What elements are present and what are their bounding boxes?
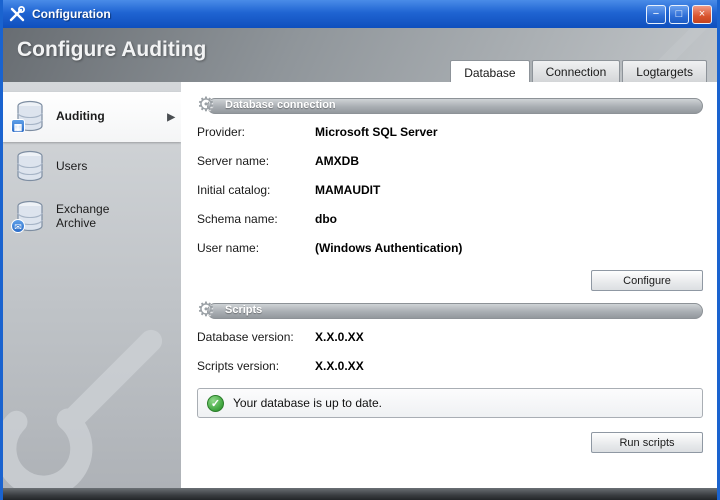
- section-scripts: ⚙ Scripts: [197, 301, 703, 318]
- configure-button[interactable]: Configure: [591, 270, 703, 291]
- sidebar-item-label: Users: [56, 160, 87, 174]
- status-message: Your database is up to date.: [233, 396, 382, 410]
- envelope-badge-icon: ✉: [11, 219, 25, 233]
- sidebar-item-users[interactable]: Users: [3, 142, 181, 192]
- wrench-watermark-bottom: [3, 322, 175, 488]
- sidebar-item-label: Exchange Archive: [56, 203, 152, 231]
- section-title: Database connection: [225, 99, 336, 111]
- check-icon: ✓: [207, 395, 224, 412]
- field-label: Scripts version:: [197, 359, 315, 373]
- page-title: Configure Auditing: [17, 38, 206, 62]
- sidebar: ▦ Auditing ▶ Users: [3, 82, 181, 488]
- field-label: Provider:: [197, 125, 315, 139]
- field-label: Database version:: [197, 330, 315, 344]
- field-provider: Provider: Microsoft SQL Server: [197, 125, 703, 139]
- field-label: Initial catalog:: [197, 183, 315, 197]
- configure-button-row: Configure: [197, 270, 703, 291]
- field-value: Microsoft SQL Server: [315, 125, 703, 139]
- field-scripts-version: Scripts version: X.X.0.XX: [197, 359, 703, 373]
- section-title: Scripts: [225, 304, 262, 316]
- field-schema-name: Schema name: dbo: [197, 212, 703, 226]
- tab-strip: Database Connection Logtargets: [450, 59, 707, 82]
- field-label: User name:: [197, 241, 315, 255]
- selected-arrow-icon: ▶: [167, 112, 175, 123]
- section-bar: [207, 303, 703, 319]
- bottom-frame: [3, 488, 717, 500]
- tab-logtargets[interactable]: Logtargets: [622, 60, 707, 82]
- field-database-version: Database version: X.X.0.XX: [197, 330, 703, 344]
- field-value: MAMAUDIT: [315, 183, 703, 197]
- status-message-box: ✓ Your database is up to date.: [197, 388, 703, 418]
- grid-badge-icon: ▦: [11, 119, 25, 133]
- field-value: X.X.0.XX: [315, 359, 703, 373]
- window-title: Configuration: [32, 7, 643, 21]
- field-initial-catalog: Initial catalog: MAMAUDIT: [197, 183, 703, 197]
- field-label: Schema name:: [197, 212, 315, 226]
- database-icon: ✉: [13, 199, 47, 235]
- database-icon: ▦: [13, 99, 47, 135]
- close-button[interactable]: ×: [692, 5, 712, 24]
- gear-icon: ⚙: [197, 297, 215, 322]
- content-panel: ⚙ Database connection Provider: Microsof…: [181, 82, 717, 488]
- section-database-connection: ⚙ Database connection: [197, 96, 703, 113]
- main-area: ▦ Auditing ▶ Users: [3, 82, 717, 488]
- tab-database[interactable]: Database: [450, 60, 529, 82]
- sidebar-item-label: Auditing: [56, 110, 105, 124]
- field-value: AMXDB: [315, 154, 703, 168]
- tab-connection[interactable]: Connection: [532, 60, 621, 82]
- page-header: Configure Auditing Database Connection L…: [3, 28, 717, 82]
- configuration-window: Configuration − □ × Configure Auditing D…: [0, 0, 720, 500]
- run-scripts-button[interactable]: Run scripts: [591, 432, 703, 453]
- field-value: X.X.0.XX: [315, 330, 703, 344]
- tools-icon: [8, 5, 26, 23]
- maximize-button[interactable]: □: [669, 5, 689, 24]
- gear-icon: ⚙: [197, 92, 215, 117]
- field-user-name: User name: (Windows Authentication): [197, 241, 703, 255]
- database-icon: [13, 149, 47, 185]
- sidebar-item-auditing[interactable]: ▦ Auditing ▶: [3, 92, 181, 142]
- title-bar: Configuration − □ ×: [3, 0, 717, 28]
- sidebar-item-exchange-archive[interactable]: ✉ Exchange Archive: [3, 192, 181, 242]
- field-value: (Windows Authentication): [315, 241, 703, 255]
- minimize-button[interactable]: −: [646, 5, 666, 24]
- field-value: dbo: [315, 212, 703, 226]
- run-scripts-button-row: Run scripts: [197, 432, 703, 453]
- field-server-name: Server name: AMXDB: [197, 154, 703, 168]
- field-label: Server name:: [197, 154, 315, 168]
